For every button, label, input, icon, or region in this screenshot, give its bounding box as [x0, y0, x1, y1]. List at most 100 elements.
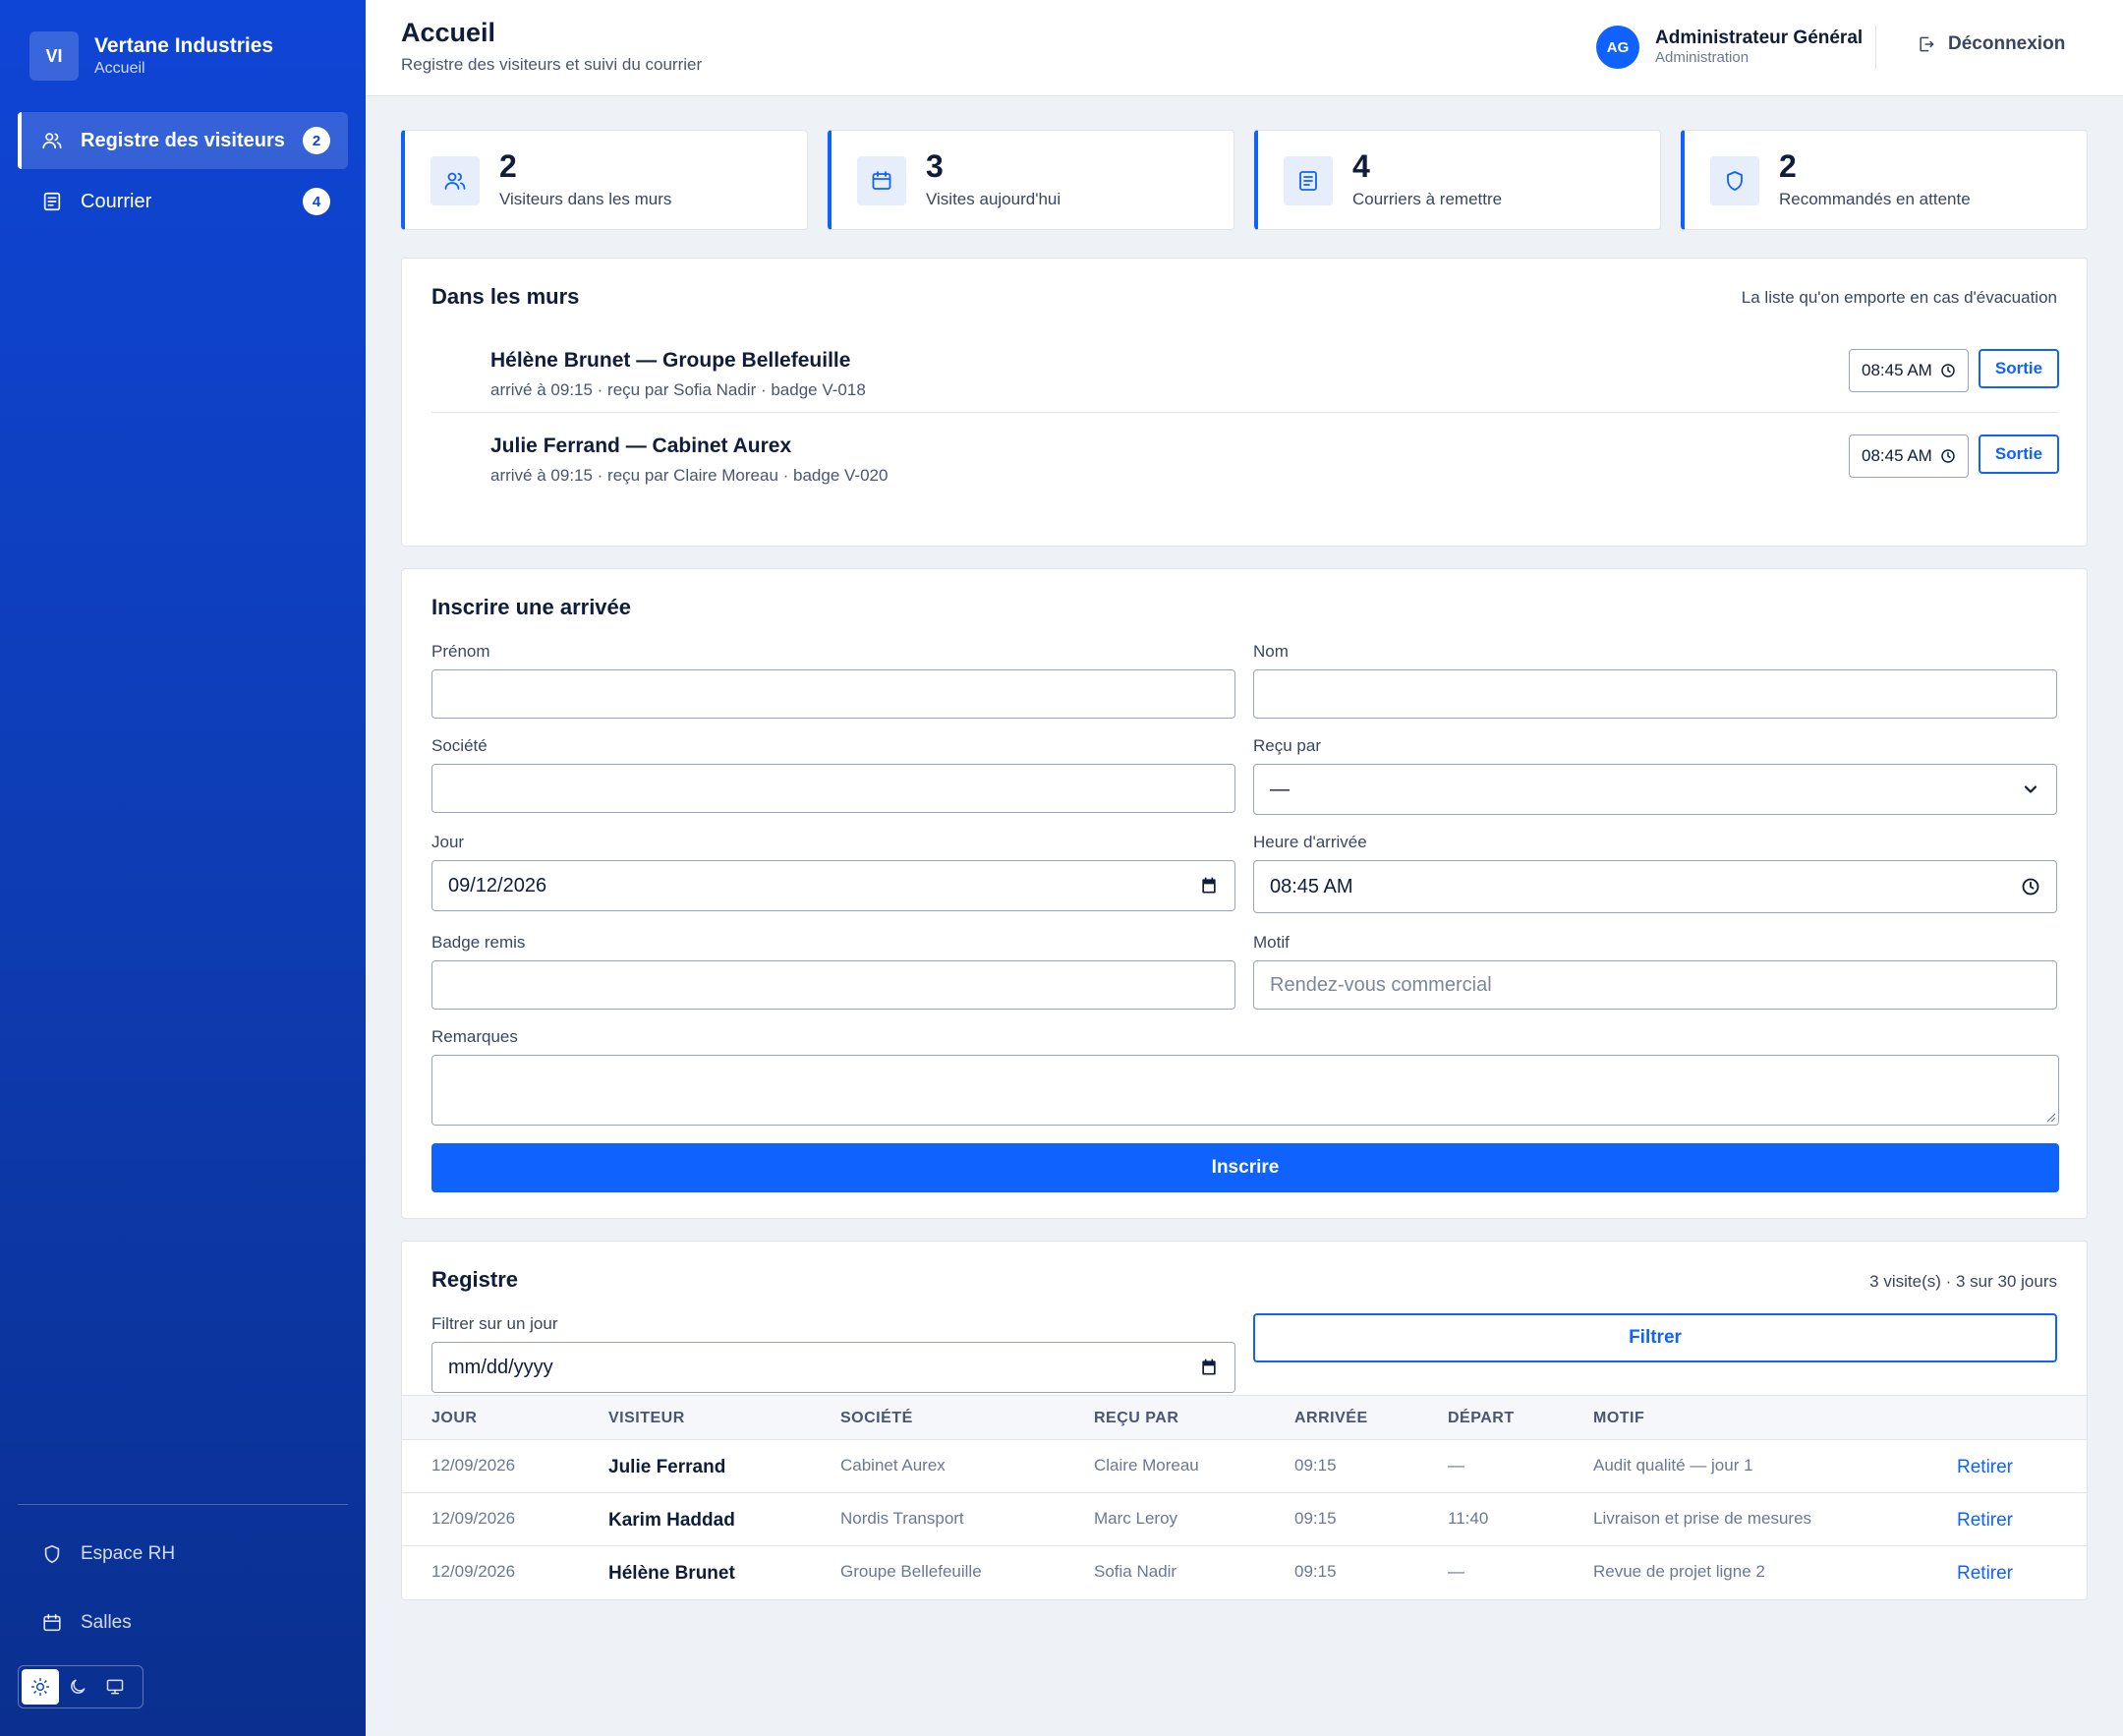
societe-input[interactable] [431, 764, 1235, 813]
nom-label: Nom [1253, 642, 1289, 661]
theme-system-button[interactable] [96, 1669, 134, 1705]
sidebar-item-label: Registre des visiteurs [81, 129, 285, 151]
cell-jour: 12/09/2026 [431, 1562, 516, 1581]
stat-label: Courriers à remettre [1352, 190, 1503, 208]
document-icon [41, 191, 63, 212]
clock-icon [1940, 363, 1956, 378]
heure-arrivee-input[interactable]: 08:45 AM [1253, 860, 2057, 913]
sidebar-item-label: Courrier [81, 190, 152, 212]
calendar-icon [857, 156, 906, 205]
cell-jour: 12/09/2026 [431, 1509, 516, 1528]
brand-sub: Accueil [94, 60, 145, 77]
column-header[interactable]: SOCIÉTÉ [840, 1410, 913, 1427]
stat-value: 2 [499, 148, 517, 184]
column-header[interactable]: JOUR [431, 1410, 477, 1427]
registre-panel: Registre 3 visite(s) · 3 sur 30 jours Fi… [401, 1241, 2088, 1600]
cell-jour: 12/09/2026 [431, 1456, 516, 1475]
prenom-label: Prénom [431, 642, 490, 661]
user-role: Administration [1655, 49, 1750, 66]
departure-time-input[interactable]: 08:45 AM [1849, 434, 1969, 478]
cell-visiteur: Karim Haddad [608, 1510, 735, 1531]
nav-count-badge: 4 [303, 188, 330, 215]
sidebar: VI Vertane Industries Accueil Registre d… [0, 0, 366, 1736]
jour-date-input[interactable]: 09/12/2026 [431, 860, 1235, 911]
cell-recu-par: Marc Leroy [1094, 1509, 1178, 1528]
sidebar-item-label: Espace RH [81, 1543, 176, 1564]
cell-societe: Cabinet Aurex [840, 1456, 946, 1475]
cell-visiteur: Julie Ferrand [608, 1457, 726, 1477]
theme-light-button[interactable] [22, 1669, 59, 1705]
logout-icon [1917, 34, 1936, 54]
retirer-link[interactable]: Retirer [1957, 1563, 2013, 1585]
date-value: 09/12/2026 [448, 874, 547, 897]
brand-name: Vertane Industries [94, 34, 274, 57]
badge-input[interactable] [431, 960, 1235, 1010]
sidebar-item-salles[interactable]: Salles [18, 1598, 348, 1648]
table-header: JOUR VISITEUR SOCIÉTÉ REÇU PAR ARRIVÉE D… [402, 1395, 2087, 1440]
retirer-link[interactable]: Retirer [1957, 1457, 2013, 1478]
sidebar-divider [18, 1504, 348, 1505]
stat-card-visites: 3 Visites aujourd'hui [828, 130, 1234, 230]
nom-input[interactable] [1253, 669, 2057, 719]
prenom-input[interactable] [431, 669, 1235, 719]
visitor-name: Hélène Brunet — Groupe Bellefeuille [490, 349, 851, 372]
motif-label: Motif [1253, 933, 1290, 952]
cell-arrivee: 09:15 [1294, 1562, 1337, 1581]
table-row: 12/09/2026 Hélène Brunet Groupe Bellefeu… [402, 1546, 2087, 1599]
resize-handle-icon[interactable] [2044, 1111, 2056, 1123]
remarques-textarea[interactable] [431, 1055, 2059, 1126]
inscrire-button[interactable]: Inscrire [431, 1143, 2059, 1192]
brand-logo: VI [29, 31, 79, 81]
users-icon [430, 156, 480, 205]
sidebar-item-espace-rh[interactable]: Espace RH [18, 1530, 348, 1579]
sortie-button[interactable]: Sortie [1979, 349, 2059, 388]
select-value: — [1270, 778, 1290, 800]
calendar-icon [1199, 1358, 1219, 1377]
column-header[interactable]: VISITEUR [608, 1410, 685, 1427]
column-header[interactable]: REÇU PAR [1094, 1410, 1178, 1427]
badge-label: Badge remis [431, 933, 526, 952]
time-value: 08:45 AM [1270, 875, 1353, 897]
clock-icon [2021, 877, 2040, 897]
avatar: AG [1596, 26, 1639, 69]
heure-label: Heure d'arrivée [1253, 833, 1367, 851]
filter-date-input[interactable]: mm/dd/yyyy [431, 1342, 1235, 1393]
evacuation-note: La liste qu'on emporte en cas d'évacuati… [1741, 288, 2057, 307]
user-menu[interactable]: AG Administrateur Général Administration [1596, 26, 1863, 69]
cell-societe: Groupe Bellefeuille [840, 1562, 982, 1581]
theme-switch [18, 1665, 143, 1708]
cell-arrivee: 09:15 [1294, 1456, 1337, 1475]
page-title: Accueil [401, 18, 496, 47]
departure-time-input[interactable]: 08:45 AM [1849, 349, 1969, 392]
retirer-link[interactable]: Retirer [1957, 1510, 2013, 1532]
theme-dark-button[interactable] [59, 1669, 96, 1705]
sidebar-item-courrier[interactable]: Courrier 4 [18, 173, 348, 230]
stat-card-visiteurs: 2 Visiteurs dans les murs [401, 130, 808, 230]
chevron-down-icon [2021, 780, 2040, 799]
logout-button[interactable]: Déconnexion [1917, 33, 2065, 55]
motif-input[interactable]: Rendez-vous commercial [1253, 960, 2057, 1010]
time-value: 08:45 AM [1862, 446, 1932, 465]
stat-card-courriers: 4 Courriers à remettre [1254, 130, 1661, 230]
sortie-button[interactable]: Sortie [1979, 434, 2059, 474]
filter-label: Filtrer sur un jour [431, 1314, 558, 1333]
column-header[interactable]: ARRIVÉE [1294, 1410, 1368, 1427]
recu-par-select[interactable]: — [1253, 764, 2057, 815]
brand[interactable]: VI Vertane Industries Accueil [29, 31, 273, 81]
column-header[interactable]: DÉPART [1448, 1410, 1515, 1427]
societe-label: Société [431, 736, 488, 755]
column-header[interactable]: MOTIF [1593, 1410, 1644, 1427]
moon-icon [68, 1677, 87, 1697]
table-row: 12/09/2026 Julie Ferrand Cabinet Aurex C… [402, 1440, 2087, 1493]
panel-title: Dans les murs [431, 284, 580, 309]
stat-value: 4 [1352, 148, 1370, 184]
panel-title: Inscrire une arrivée [431, 595, 632, 619]
visitor-meta: arrivé à 09:15 · reçu par Claire Moreau … [490, 466, 889, 485]
cell-motif: Audit qualité — jour 1 [1593, 1456, 1753, 1475]
cell-recu-par: Claire Moreau [1094, 1456, 1199, 1475]
calendar-icon [41, 1612, 63, 1634]
date-placeholder: mm/dd/yyyy [448, 1356, 553, 1378]
cell-depart: 11:40 [1448, 1509, 1489, 1528]
sidebar-item-registre[interactable]: Registre des visiteurs 2 [18, 112, 348, 169]
filter-button[interactable]: Filtrer [1253, 1313, 2057, 1362]
